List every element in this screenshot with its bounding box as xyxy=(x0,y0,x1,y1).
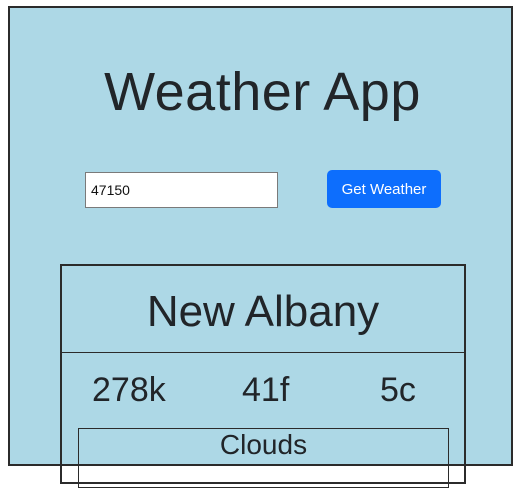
get-weather-button[interactable]: Get Weather xyxy=(327,170,441,208)
app-title: Weather App xyxy=(104,62,421,122)
temperature-kelvin: 278k xyxy=(92,371,166,409)
weather-card: New Albany 278k 41f 5c Clouds xyxy=(60,264,466,488)
card-divider xyxy=(62,352,464,353)
weather-conditions: Clouds xyxy=(219,429,308,460)
conditions-box: Clouds xyxy=(78,428,449,488)
temperature-fahrenheit: 41f xyxy=(242,371,290,409)
weather-app-container: Weather App Get Weather New Albany 278k … xyxy=(8,6,513,488)
city-name: New Albany xyxy=(146,287,380,336)
temperature-celsius: 5c xyxy=(380,371,416,409)
zip-code-input[interactable] xyxy=(85,172,278,208)
